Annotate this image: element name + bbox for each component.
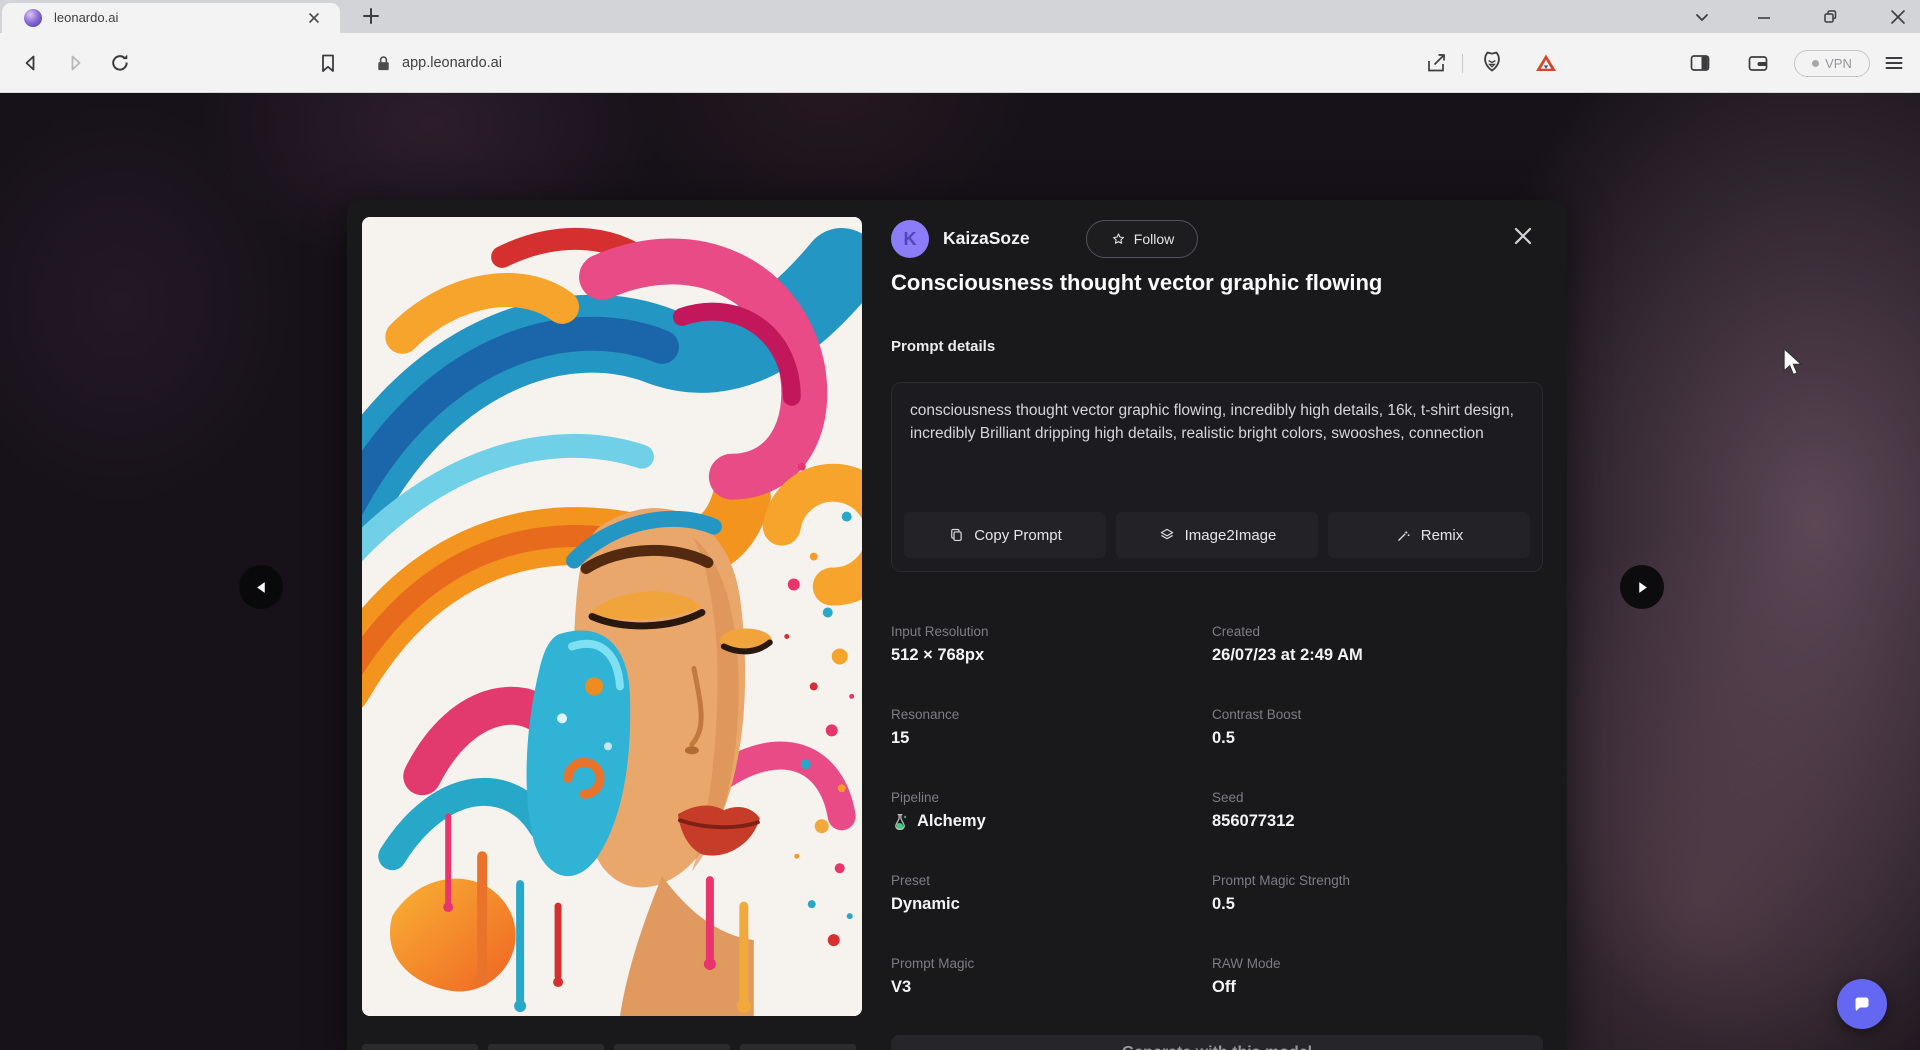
chevron-right-icon bbox=[1636, 581, 1649, 594]
window-restore-button[interactable] bbox=[1818, 5, 1842, 29]
modal-close-icon[interactable] bbox=[1510, 223, 1536, 249]
detail-cell: Created 26/07/23 at 2:49 AM bbox=[1212, 624, 1543, 707]
user-avatar[interactable]: K bbox=[891, 220, 929, 258]
thumbnail[interactable] bbox=[614, 1044, 730, 1050]
detail-cell: Input Resolution 512 × 768px bbox=[891, 624, 1212, 707]
avatar-letter: K bbox=[904, 229, 917, 250]
detail-cell: Seed 856077312 bbox=[1212, 790, 1543, 873]
thumbnail-strip[interactable] bbox=[362, 1044, 862, 1050]
pipeline-value: Alchemy bbox=[917, 812, 986, 831]
menu-hamburger-icon[interactable] bbox=[1882, 51, 1906, 75]
tab-search-chevron-icon[interactable] bbox=[1690, 5, 1714, 29]
detail-cell: Prompt Magic V3 bbox=[891, 956, 1212, 1039]
brave-rewards-triangle-icon[interactable] bbox=[1534, 51, 1558, 75]
star-icon bbox=[1110, 231, 1127, 248]
image2image-label: Image2Image bbox=[1185, 527, 1277, 544]
chat-bubble-icon bbox=[1850, 992, 1874, 1016]
image2image-button[interactable]: Image2Image bbox=[1116, 512, 1318, 558]
detail-cell: Contrast Boost 0.5 bbox=[1212, 707, 1543, 790]
wallet-icon[interactable] bbox=[1746, 51, 1770, 75]
copy-icon bbox=[948, 527, 965, 544]
browser-tab[interactable]: leonardo.ai bbox=[2, 3, 340, 33]
chevron-left-icon bbox=[255, 581, 268, 594]
forward-button[interactable] bbox=[63, 51, 87, 75]
artwork-illustration bbox=[362, 217, 862, 1016]
remix-label: Remix bbox=[1421, 527, 1464, 544]
vpn-button[interactable]: VPN bbox=[1794, 50, 1870, 77]
generated-artwork-image bbox=[362, 217, 862, 1016]
copy-prompt-button[interactable]: Copy Prompt bbox=[904, 512, 1106, 558]
username[interactable]: KaizaSoze bbox=[943, 228, 1030, 249]
reload-button[interactable] bbox=[108, 51, 132, 75]
thumbnail[interactable] bbox=[362, 1044, 478, 1050]
prompt-actions: Copy Prompt Image2Image Remix bbox=[904, 512, 1530, 558]
window-minimize-button[interactable] bbox=[1752, 5, 1776, 29]
share-icon[interactable] bbox=[1424, 51, 1448, 75]
window-close-button[interactable] bbox=[1886, 5, 1910, 29]
detail-cell: Prompt Magic Strength 0.5 bbox=[1212, 873, 1543, 956]
lock-icon bbox=[374, 54, 393, 73]
image-detail-modal: K KaizaSoze Follow Consciousness thought… bbox=[347, 200, 1567, 1050]
site-favicon-icon bbox=[24, 9, 42, 27]
support-chat-button[interactable] bbox=[1837, 979, 1887, 1029]
remix-button[interactable]: Remix bbox=[1328, 512, 1530, 558]
prompt-text: consciousness thought vector graphic flo… bbox=[892, 383, 1542, 446]
toolbar-divider bbox=[1462, 54, 1463, 73]
generate-with-model-button[interactable]: Generate with this model bbox=[891, 1035, 1543, 1050]
next-image-button[interactable] bbox=[1620, 565, 1664, 609]
prompt-details-box: consciousness thought vector graphic flo… bbox=[891, 382, 1543, 572]
sidebar-panel-icon[interactable] bbox=[1688, 51, 1712, 75]
previous-image-button[interactable] bbox=[239, 565, 283, 609]
bookmark-icon[interactable] bbox=[316, 51, 340, 75]
brave-shield-lion-icon[interactable] bbox=[1480, 51, 1504, 75]
thumbnail[interactable] bbox=[740, 1044, 856, 1050]
tab-close-icon[interactable] bbox=[306, 10, 322, 26]
tab-title: leonardo.ai bbox=[54, 3, 118, 33]
detail-cell: Preset Dynamic bbox=[891, 873, 1212, 956]
wand-icon bbox=[1395, 527, 1412, 544]
detail-cell: Resonance 15 bbox=[891, 707, 1212, 790]
vpn-label: VPN bbox=[1825, 56, 1852, 71]
image-title: Consciousness thought vector graphic flo… bbox=[891, 270, 1561, 296]
vpn-status-dot bbox=[1812, 60, 1819, 67]
copy-prompt-label: Copy Prompt bbox=[974, 527, 1062, 544]
prompt-details-heading: Prompt details bbox=[891, 338, 995, 355]
new-tab-button[interactable] bbox=[360, 5, 382, 27]
follow-label: Follow bbox=[1134, 231, 1174, 247]
back-button[interactable] bbox=[19, 51, 43, 75]
url-text: app.leonardo.ai bbox=[402, 33, 502, 93]
thumbnail[interactable] bbox=[488, 1044, 604, 1050]
browser-toolbar: app.leonardo.ai VPN bbox=[0, 33, 1920, 93]
mouse-cursor bbox=[1782, 347, 1804, 377]
generation-details-grid: Input Resolution 512 × 768px Created 26/… bbox=[891, 624, 1543, 1039]
flask-icon bbox=[891, 813, 909, 831]
browser-tab-bar: leonardo.ai bbox=[0, 0, 1920, 33]
detail-cell: Pipeline Alchemy bbox=[891, 790, 1212, 873]
detail-cell: RAW Mode Off bbox=[1212, 956, 1543, 1039]
layers-icon bbox=[1158, 526, 1176, 544]
follow-button[interactable]: Follow bbox=[1086, 220, 1198, 258]
